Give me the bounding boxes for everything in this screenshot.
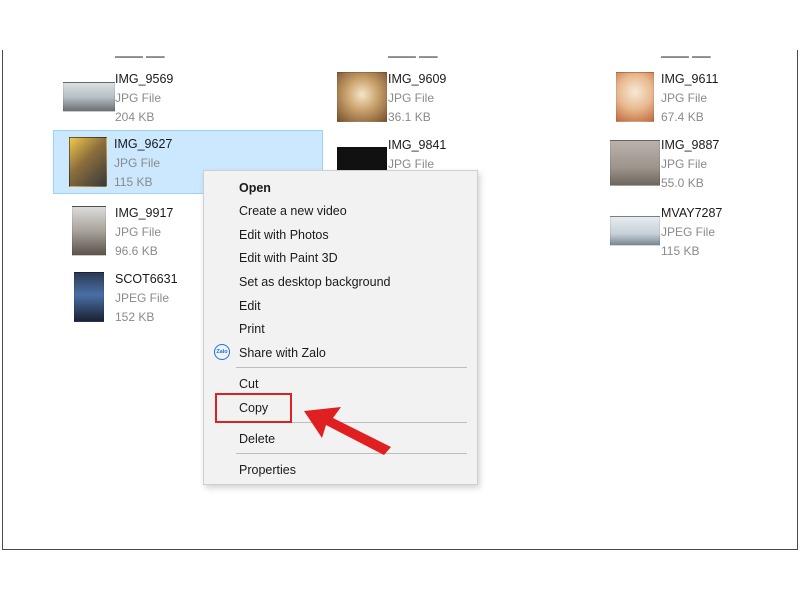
red-arrow-icon: [304, 407, 391, 455]
